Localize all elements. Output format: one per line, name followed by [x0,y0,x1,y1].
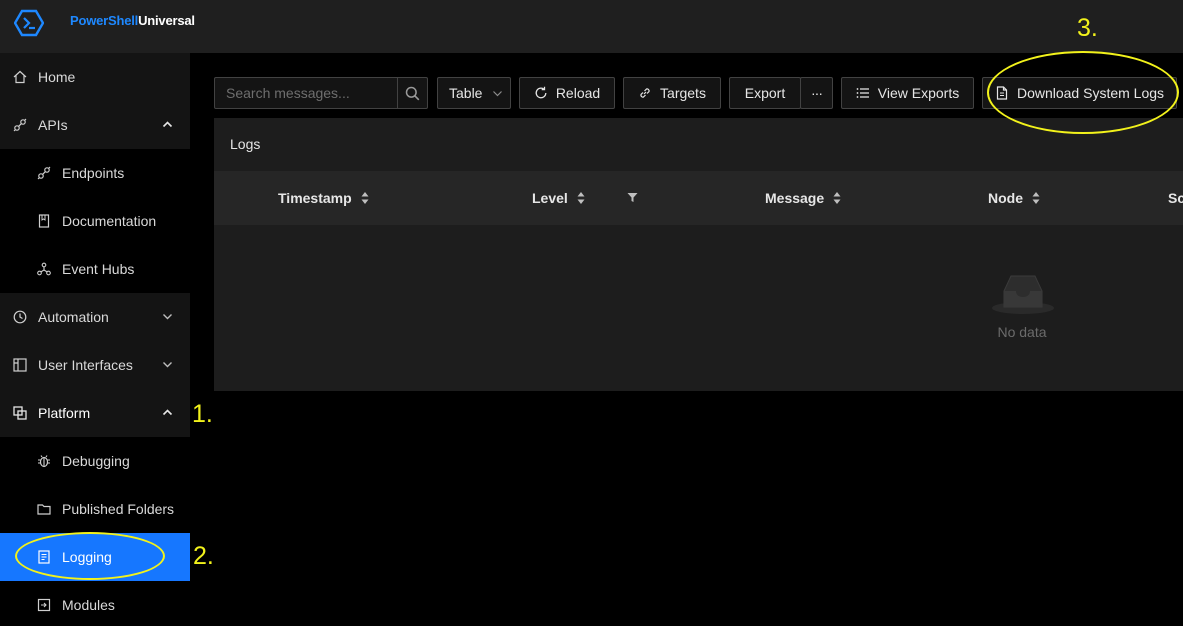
sidebar-item-logging[interactable]: Logging [0,533,190,581]
more-button[interactable]: ··· [800,77,833,109]
column-header-level[interactable]: Level [532,190,585,206]
sidebar-item-home[interactable]: Home [0,53,190,101]
sidebar-item-label: User Interfaces [38,357,133,373]
reload-button[interactable]: Reload [519,77,615,109]
brand-part1: PowerShell [70,13,139,28]
platform-icon [13,406,27,420]
sidebar-item-label: Modules [62,597,115,613]
chevron-up-icon[interactable] [162,407,173,418]
hub-icon [37,262,51,276]
sidebar-item-debugging[interactable]: Debugging [0,437,190,485]
annotation-2: 2. [193,542,214,570]
sidebar-item-automation[interactable]: Automation [0,293,190,341]
sort-icon[interactable] [1032,191,1040,205]
file-text-icon [37,550,51,564]
sidebar-item-apis[interactable]: APIs [0,101,190,149]
sidebar-item-modules[interactable]: Modules [0,581,190,626]
logs-title: Logs [230,136,261,152]
search-button[interactable] [397,78,427,108]
column-label: Message [765,190,825,206]
annotation-3: 3. [1077,14,1098,42]
sidebar-item-published-folders[interactable]: Published Folders [0,485,190,533]
view-exports-label: View Exports [877,85,960,101]
empty-text: No data [997,324,1047,340]
sidebar-item-platform[interactable]: Platform [0,389,190,437]
column-label: Level [532,190,568,206]
sidebar-item-user-interfaces[interactable]: User Interfaces [0,341,190,389]
annotation-1: 1. [192,400,213,428]
app-brand: PowerShellUniversal [70,13,195,28]
reload-label: Reload [555,85,601,101]
column-label: Timestamp [278,190,352,206]
view-select[interactable]: Table [437,77,511,109]
download-system-logs-label: Download System Logs [1016,85,1165,101]
powershell-universal-logo-icon[interactable] [14,9,44,37]
folder-icon [37,502,51,516]
brand-part2: Universal [138,13,195,28]
sort-icon[interactable] [361,191,369,205]
api-icon [13,118,27,132]
chevron-up-icon[interactable] [162,119,173,130]
sidebar-item-label: Event Hubs [62,261,135,277]
download-system-logs-button[interactable]: Download System Logs [982,77,1177,109]
column-label: Sc [1168,190,1183,206]
link-icon [640,88,650,98]
app-header: PowerShellUniversal [0,0,1183,53]
ellipsis-icon: ··· [811,85,823,101]
sidebar-item-label: Platform [38,405,91,421]
clock-icon [13,310,27,324]
layout-icon [13,358,27,372]
module-icon [37,598,51,612]
api-icon [37,166,51,180]
export-button[interactable]: Export [729,77,801,109]
sidebar-item-label: APIs [38,117,68,133]
sidebar-item-label: Automation [38,309,109,325]
bug-icon [37,454,51,468]
sidebar-item-label: Debugging [62,453,130,469]
sidebar-item-event-hubs[interactable]: Event Hubs [0,245,190,293]
sidebar-item-label: Endpoints [62,165,125,181]
search-input[interactable] [215,78,397,108]
search-box [214,77,428,109]
filter-icon[interactable] [627,192,638,203]
column-header-timestamp[interactable]: Timestamp [278,190,369,206]
home-icon [13,70,27,84]
sidebar-item-label: Home [38,69,76,85]
sort-icon[interactable] [833,191,841,205]
sidebar: Home APIs Endpoints Documentation Event … [0,53,190,626]
list-icon [856,88,869,98]
logs-table-header: Timestamp Level Message Node Sc [214,171,1183,225]
sidebar-item-label: Published Folders [62,501,175,517]
file-icon [996,86,1008,100]
book-icon [37,214,51,228]
sidebar-item-label: Documentation [62,213,157,229]
column-label: Node [988,190,1023,206]
sidebar-item-label: Logging [62,549,112,565]
column-header-message[interactable]: Message [765,190,841,206]
targets-button[interactable]: Targets [623,77,721,109]
chevron-down-icon [493,90,503,96]
chevron-down-icon[interactable] [162,311,173,322]
chevron-down-icon[interactable] [162,359,173,370]
logs-card: Logs Timestamp Level Message Node Sc No … [214,118,1183,391]
export-label: Export [744,85,786,101]
view-select-value: Table [449,85,483,101]
sidebar-item-endpoints[interactable]: Endpoints [0,149,190,197]
targets-label: Targets [660,85,706,101]
empty-inbox-icon [992,275,1054,314]
view-exports-button[interactable]: View Exports [841,77,974,109]
sidebar-item-documentation[interactable]: Documentation [0,197,190,245]
reload-icon [535,86,547,99]
column-header-sc[interactable]: Sc [1168,190,1183,206]
search-icon [405,86,420,100]
column-header-node[interactable]: Node [988,190,1040,206]
sort-icon[interactable] [577,191,585,205]
